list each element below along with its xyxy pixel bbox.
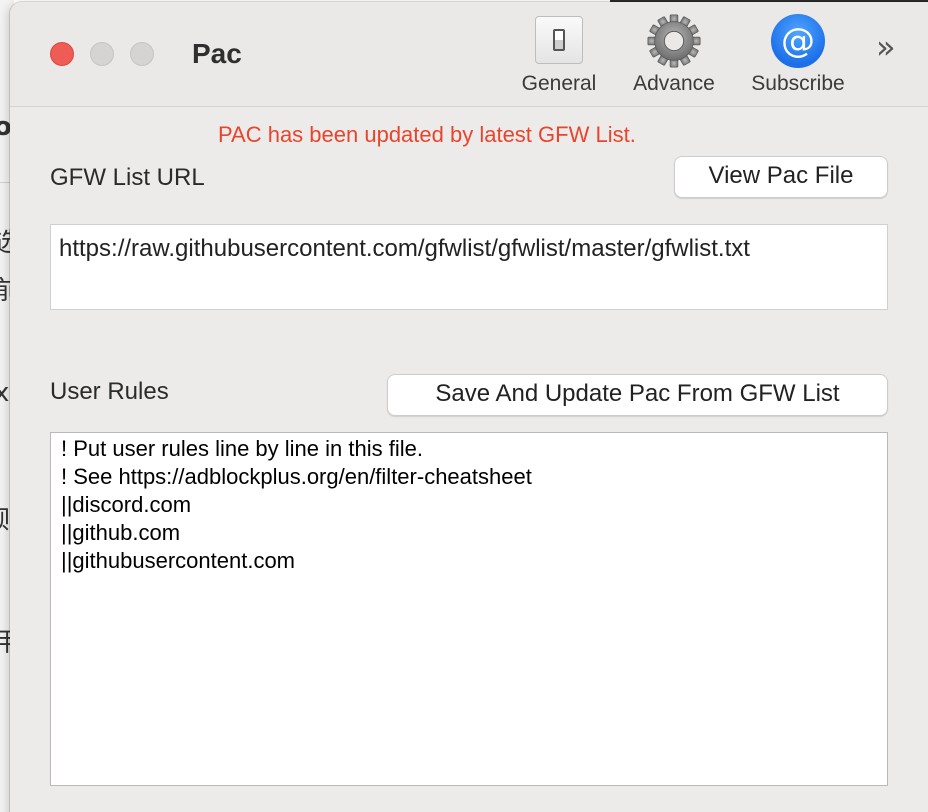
gfw-list-url-label: GFW List URL	[50, 164, 205, 191]
status-message: PAC has been updated by latest GFW List.	[218, 122, 636, 147]
user-rules-label: User Rules	[50, 378, 169, 405]
user-rule-line: ||githubusercontent.com	[61, 548, 296, 573]
user-rule-line: ||discord.com	[61, 492, 192, 517]
window-title: Pac	[192, 38, 242, 69]
gear-icon	[647, 14, 701, 68]
toggle-switch-icon	[535, 16, 583, 64]
toolbar-advance-label: Advance	[633, 72, 715, 95]
toolbar-subscribe-label: Subscribe	[751, 72, 845, 95]
close-window-button[interactable]	[50, 42, 74, 66]
background-glyph: ,	[0, 334, 2, 364]
toolbar-general-tab[interactable]: General	[514, 16, 604, 96]
toolbar-general-label: General	[521, 72, 597, 95]
user-rule-line: ||github.com	[61, 520, 181, 545]
at-sign-icon: @	[771, 14, 825, 68]
background-glyph: x	[0, 378, 10, 408]
user-rules-editor[interactable]: ! Put user rules line by line in this fi…	[50, 432, 888, 786]
minimize-window-button[interactable]	[90, 42, 114, 66]
save-and-update-pac-button[interactable]: Save And Update Pac From GFW List	[387, 374, 888, 416]
toolbar-overflow-chevron-icon[interactable]: »	[876, 28, 896, 66]
toolbar-subscribe-tab[interactable]: @ Subscribe	[740, 14, 856, 96]
user-rule-line: ! Put user rules line by line in this fi…	[61, 436, 423, 461]
user-rule-line: ! See https://adblockplus.org/en/filter-…	[61, 464, 532, 489]
title-bar: Pac General Advance @ Subscribe »	[10, 2, 928, 107]
zoom-window-button[interactable]	[130, 42, 154, 66]
view-pac-file-button[interactable]: View Pac File	[674, 156, 888, 198]
toolbar-advance-tab[interactable]: Advance	[624, 14, 724, 96]
gfw-list-url-field[interactable]: https://raw.githubusercontent.com/gfwlis…	[50, 224, 888, 310]
preferences-window: Pac General Advance @ Subscribe » PAC ha…	[10, 2, 928, 812]
